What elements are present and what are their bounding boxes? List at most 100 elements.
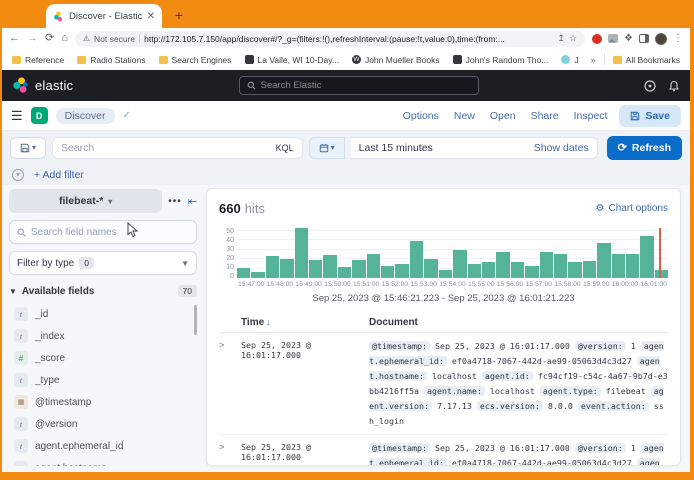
histogram-bar[interactable] <box>381 266 394 278</box>
extensions-puzzle-icon[interactable]: ❖ <box>624 33 633 44</box>
histogram-bar[interactable] <box>626 254 639 278</box>
saved-query-menu-button[interactable]: ▾ <box>10 137 46 159</box>
back-icon[interactable]: ← <box>9 33 20 44</box>
side-panel-icon[interactable] <box>639 34 649 43</box>
index-pattern-select[interactable]: filebeat-* ▾ <box>9 189 162 213</box>
histogram-bar[interactable] <box>410 241 423 278</box>
share-icon[interactable]: ↥ <box>557 33 565 44</box>
menu-hamburger-icon[interactable]: ☰ <box>11 108 23 124</box>
time-range-value[interactable]: Last 15 minutes <box>359 142 534 154</box>
not-secure-label[interactable]: Not secure <box>94 34 135 44</box>
histogram-bar[interactable] <box>554 254 567 278</box>
histogram-bar[interactable] <box>237 268 250 278</box>
menu-link-share[interactable]: Share <box>531 110 559 122</box>
field-item[interactable]: tagent.hostname <box>9 457 197 466</box>
bookmark-item[interactable]: John Mueller Books... <box>561 55 577 65</box>
kql-search-input[interactable]: Search KQL <box>52 137 303 159</box>
histogram-bar[interactable] <box>352 260 365 278</box>
refresh-button[interactable]: ⟳ Refresh <box>607 136 682 160</box>
save-button[interactable]: Save <box>619 105 681 127</box>
bookmarks-overflow-icon[interactable]: » <box>591 55 596 65</box>
histogram-bar[interactable] <box>612 254 625 278</box>
histogram-bar[interactable] <box>395 264 408 278</box>
expand-row-icon[interactable]: > <box>219 339 241 350</box>
sidebar-scrollbar[interactable] <box>194 305 197 335</box>
profile-avatar[interactable] <box>655 33 667 45</box>
alerts-bell-icon[interactable] <box>668 80 680 92</box>
filter-options-icon[interactable]: ▾ <box>12 169 24 181</box>
histogram-bar[interactable] <box>424 259 437 278</box>
field-item[interactable]: #_score <box>9 347 197 369</box>
sort-descending-icon[interactable]: ↓ <box>266 317 271 327</box>
home-icon[interactable]: ⌂ <box>61 33 68 44</box>
histogram-bar[interactable] <box>309 260 322 278</box>
tab-close-icon[interactable]: ✕ <box>147 11 155 22</box>
kql-label[interactable]: KQL <box>276 143 294 153</box>
histogram-bar[interactable] <box>367 254 380 278</box>
breadcrumb[interactable]: Discover <box>56 108 115 124</box>
histogram-bar[interactable] <box>482 262 495 278</box>
filter-by-type-select[interactable]: Filter by type 0 ▼ <box>9 251 197 275</box>
bookmark-item[interactable]: WJohn Mueller Books <box>352 55 440 65</box>
bookmark-item[interactable]: John's Random Tho... <box>453 55 549 65</box>
collapse-sidebar-icon[interactable]: ⇤ <box>188 195 197 208</box>
histogram-bar[interactable] <box>655 270 668 278</box>
histogram-bar[interactable] <box>540 252 553 278</box>
histogram-bar[interactable] <box>511 262 524 278</box>
histogram-bar[interactable] <box>583 261 596 278</box>
field-item[interactable]: ▦@timestamp <box>9 391 197 413</box>
histogram-bar[interactable] <box>280 259 293 278</box>
browser-menu-icon[interactable]: ⋮ <box>673 33 683 44</box>
menu-link-new[interactable]: New <box>454 110 475 122</box>
elastic-logo[interactable]: elastic <box>12 77 73 94</box>
bookmark-item[interactable]: Radio Stations <box>77 55 145 65</box>
histogram-bar[interactable] <box>496 252 509 278</box>
histogram-bar[interactable] <box>323 255 336 278</box>
browser-tab[interactable]: Discover - Elastic ✕ <box>46 4 162 28</box>
histogram-bar[interactable] <box>266 256 279 278</box>
histogram-bar[interactable] <box>468 264 481 278</box>
field-settings-icon[interactable]: ••• <box>168 196 182 207</box>
add-filter-link[interactable]: + Add filter <box>34 169 84 181</box>
reload-icon[interactable]: ⟳ <box>45 33 54 44</box>
new-tab-button[interactable]: + <box>168 4 190 26</box>
field-item[interactable]: t@version <box>9 413 197 435</box>
menu-link-options[interactable]: Options <box>403 110 439 122</box>
adblock-extension-icon[interactable] <box>592 34 602 44</box>
date-picker-calendar-button[interactable]: ▾ <box>309 137 345 159</box>
bookmark-item[interactable]: Search Engines <box>159 55 232 65</box>
histogram-bar[interactable] <box>568 262 581 278</box>
histogram-bar[interactable] <box>251 272 264 278</box>
bookmark-star-icon[interactable]: ☆ <box>569 33 577 44</box>
histogram-bar[interactable] <box>525 266 538 278</box>
histogram-bar[interactable] <box>640 236 653 278</box>
chart-options-button[interactable]: ⚙ Chart options <box>596 203 668 214</box>
histogram-bar[interactable] <box>439 270 452 278</box>
histogram-bar[interactable] <box>295 228 308 278</box>
elastic-search-input[interactable]: Search Elastic <box>239 76 479 95</box>
forward-icon[interactable]: → <box>27 33 38 44</box>
bookmark-item[interactable]: Reference <box>12 55 64 65</box>
field-item[interactable]: t_id <box>9 303 197 325</box>
address-bar[interactable]: ⚠ Not secure http://172.105.7.150/app/di… <box>75 31 585 47</box>
image-extension-icon[interactable] <box>608 34 618 43</box>
expand-row-icon[interactable]: > <box>219 441 241 452</box>
field-search-input[interactable]: Search field names <box>9 220 197 244</box>
all-bookmarks-button[interactable]: All Bookmarks <box>613 55 680 65</box>
menu-link-open[interactable]: Open <box>490 110 516 122</box>
field-item[interactable]: t_type <box>9 369 197 391</box>
field-item[interactable]: tagent.ephemeral_id <box>9 435 197 457</box>
menu-link-inspect[interactable]: Inspect <box>574 110 608 122</box>
bookmark-item[interactable]: La Valle, WI 10-Day... <box>245 55 339 65</box>
histogram-bar[interactable] <box>338 267 351 278</box>
histogram-bar[interactable] <box>453 250 466 278</box>
space-avatar[interactable]: D <box>31 107 48 124</box>
available-fields-header[interactable]: ▼ Available fields 70 <box>9 285 197 297</box>
time-column-header[interactable]: Time↓ <box>241 312 369 330</box>
show-dates-link[interactable]: Show dates <box>534 142 589 154</box>
time-range-display[interactable]: Last 15 minutes Show dates <box>351 137 598 159</box>
url-text[interactable]: http://172.105.7.150/app/discover#/?_g=(… <box>144 34 553 44</box>
help-icon[interactable] <box>644 80 656 92</box>
field-item[interactable]: t_index <box>9 325 197 347</box>
histogram-bar[interactable] <box>597 243 610 278</box>
